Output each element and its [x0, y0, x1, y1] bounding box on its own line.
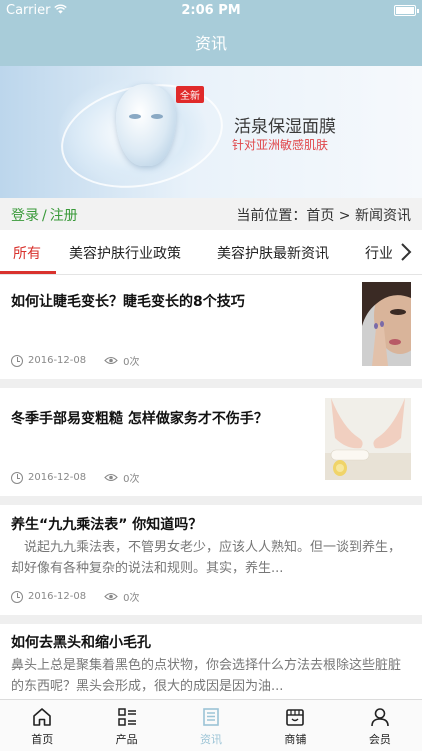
- article-date: 2016-12-08: [28, 591, 87, 602]
- tab-products[interactable]: 产品: [84, 700, 168, 751]
- bottom-tab-bar: 首页 产品 资讯 商铺 会员: [0, 699, 422, 751]
- list-item[interactable]: 如何让睫毛变长？睫毛变长的8个技巧 2016-12-08 0次: [0, 275, 422, 379]
- eye-icon: [104, 356, 118, 365]
- chevron-right-icon[interactable]: [400, 242, 412, 262]
- article-views: 0次: [123, 474, 140, 485]
- battery-icon: [394, 5, 419, 16]
- article-views: 0次: [123, 593, 140, 604]
- news-icon: [203, 708, 219, 726]
- article-meta: 2016-12-08 0次: [11, 470, 140, 485]
- home-icon: [33, 708, 52, 726]
- separator: [0, 615, 422, 624]
- tab-industry[interactable]: 行业: [365, 243, 393, 263]
- user-icon: [371, 708, 389, 727]
- tab-shop-label: 商铺: [284, 733, 307, 746]
- separator: [0, 496, 422, 505]
- article-title[interactable]: 养生“九九乘法表” 你知道吗？: [11, 514, 202, 534]
- auth-separator: /: [42, 208, 47, 224]
- breadcrumb-bar: 登录 / 注册 当前位置：首页 > 新闻资讯: [0, 198, 422, 230]
- active-tab-indicator: [0, 271, 56, 274]
- eye-icon: [104, 473, 118, 482]
- article-date: 2016-12-08: [28, 472, 87, 483]
- hands-thumbnail: [325, 398, 411, 480]
- tab-products-label: 产品: [115, 733, 138, 746]
- tab-home[interactable]: 首页: [0, 700, 84, 751]
- tab-member-label: 会员: [368, 733, 391, 746]
- tab-news-label: 资讯: [200, 733, 223, 746]
- tab-industry-policy[interactable]: 美容护肤行业政策: [69, 243, 181, 263]
- tab-shop[interactable]: 商铺: [253, 700, 337, 751]
- category-tabs: 所有 美容护肤行业政策 美容护肤最新资讯 行业: [0, 230, 422, 275]
- list-item[interactable]: 如何去黑头和缩小毛孔 鼻头上总是聚集着黑色的点状物，你会选择什么方法去根除这些脏…: [0, 624, 422, 699]
- new-badge: 全新: [176, 86, 204, 103]
- register-link[interactable]: 注册: [50, 208, 78, 224]
- clock-icon: [11, 471, 23, 484]
- list-icon: [117, 708, 136, 726]
- breadcrumb: 当前位置：首页 > 新闻资讯: [236, 208, 411, 224]
- article-meta: 2016-12-08 0次: [11, 353, 140, 368]
- login-link[interactable]: 登录: [11, 208, 39, 224]
- face-mask-image: [116, 84, 176, 166]
- auth-links: 登录 / 注册: [11, 205, 78, 225]
- shop-icon: [286, 709, 305, 726]
- tab-home-label: 首页: [31, 733, 54, 746]
- eyelash-thumbnail: [362, 282, 411, 366]
- eye-icon: [104, 592, 118, 601]
- article-excerpt: 鼻头上总是聚集着黑色的点状物，你会选择什么方法去根除这些脏脏的东西呢？黑头会形成…: [11, 658, 402, 694]
- list-item[interactable]: 冬季手部易变粗糙 怎样做家务才不伤手？ 2016-12-08 0次: [0, 388, 422, 496]
- tab-latest-news[interactable]: 美容护肤最新资讯: [217, 243, 329, 263]
- clock-time: 2:06 PM: [181, 3, 241, 18]
- article-views: 0次: [123, 357, 140, 368]
- list-item[interactable]: 养生“九九乘法表” 你知道吗？ 说起九九乘法表，不管男女老少，应该人人熟知。但一…: [0, 505, 422, 615]
- article-title[interactable]: 冬季手部易变粗糙 怎样做家务才不伤手？: [11, 408, 268, 428]
- page-title: 资讯: [0, 22, 422, 66]
- banner-title: 活泉保湿面膜: [234, 117, 336, 137]
- article-excerpt: 说起九九乘法表，不管男女老少，应该人人熟知。但一谈到养生，却好像有各种复杂的说法…: [11, 540, 402, 576]
- separator: [0, 379, 422, 388]
- clock-icon: [11, 354, 23, 367]
- clock-icon: [11, 590, 23, 603]
- article-meta: 2016-12-08 0次: [11, 589, 140, 604]
- tab-all[interactable]: 所有: [13, 243, 41, 263]
- article-title[interactable]: 如何去黑头和缩小毛孔: [11, 632, 151, 652]
- article-title[interactable]: 如何让睫毛变长？睫毛变长的8个技巧: [11, 291, 245, 311]
- status-bar: Carrier 2:06 PM: [0, 0, 422, 22]
- promo-banner[interactable]: 全新 活泉保湿面膜 针对亚洲敏感肌肤: [0, 66, 422, 198]
- article-date: 2016-12-08: [28, 355, 87, 366]
- banner-subtitle: 针对亚洲敏感肌肤: [232, 138, 329, 152]
- tab-news[interactable]: 资讯: [169, 700, 253, 751]
- tab-member[interactable]: 会员: [338, 700, 422, 751]
